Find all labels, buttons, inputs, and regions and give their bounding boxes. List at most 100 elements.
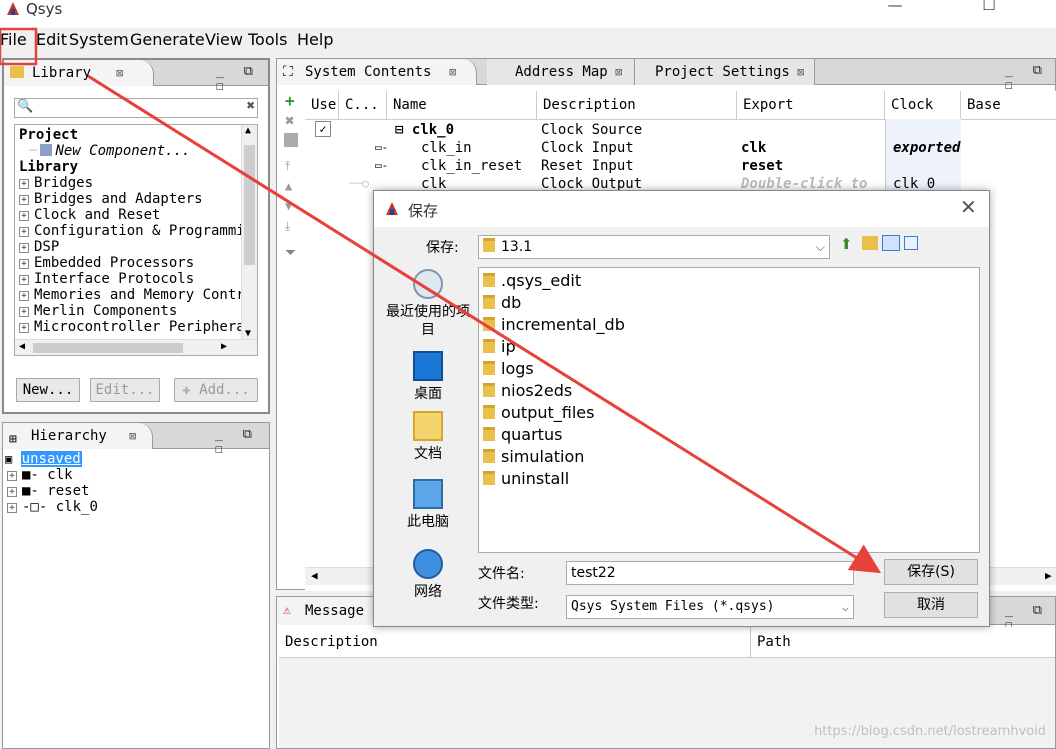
panel-controls-icon[interactable]: _ ⧉ ☐	[216, 64, 268, 94]
move-up-icon[interactable]: ▲	[285, 179, 292, 193]
library-item[interactable]: + Merlin Components	[19, 303, 177, 319]
scroll-up-icon[interactable]: ▲	[245, 125, 251, 136]
library-item[interactable]: + Bridges and Adapters	[19, 191, 203, 207]
use-checkbox[interactable]: ✓	[315, 121, 331, 137]
col-name[interactable]: Name	[387, 91, 537, 119]
scroll-down-icon[interactable]: ▼	[245, 328, 251, 339]
list-item[interactable]: nios2eds	[483, 380, 572, 402]
save-button[interactable]: 保存(S)	[884, 559, 978, 585]
close-icon[interactable]: ⊠	[129, 423, 136, 449]
library-item[interactable]: + Clock and Reset	[19, 207, 160, 223]
tab-hierarchy[interactable]: ⊞ Hierarchy ⊠	[3, 423, 153, 449]
hierarchy-item[interactable]: + ■- reset	[7, 483, 89, 499]
library-hscrollbar[interactable]: ◀ ▶	[15, 339, 257, 355]
col-base[interactable]: Base	[961, 91, 1056, 119]
col-message-description[interactable]: Description	[279, 627, 751, 657]
table-row[interactable]: ⊟ clk_0	[395, 121, 454, 139]
list-item[interactable]: uninstall	[483, 468, 569, 490]
tab-project-settings[interactable]: Project Settings ⊠	[635, 59, 815, 85]
col-clock[interactable]: Clock	[885, 91, 961, 119]
hierarchy-item[interactable]: + ■- clk	[7, 467, 73, 483]
cancel-button[interactable]: 取消	[884, 592, 978, 618]
view-menu-icon[interactable]	[882, 235, 900, 251]
hierarchy-item[interactable]: + -□- clk_0	[7, 499, 98, 515]
col-use[interactable]: Use	[305, 91, 339, 119]
place-recent[interactable]: 最近使用的项目	[380, 269, 476, 339]
col-connections[interactable]: C...	[339, 91, 387, 119]
hierarchy-root[interactable]: ▣ unsaved	[5, 451, 82, 467]
menu-generate[interactable]: Generate	[130, 30, 205, 49]
place-network[interactable]: 网络	[380, 549, 476, 601]
new-button[interactable]: New...	[16, 378, 80, 402]
place-desktop[interactable]: 桌面	[380, 351, 476, 403]
up-folder-icon[interactable]: ⬆	[840, 235, 853, 253]
maximize-button[interactable]: ☐	[966, 0, 1012, 18]
minimize-button[interactable]: —	[872, 0, 918, 18]
scroll-right-icon[interactable]: ▶	[221, 341, 227, 352]
new-component-item[interactable]: ┈ New Component...	[29, 143, 190, 159]
scroll-thumb[interactable]	[244, 145, 255, 265]
close-icon[interactable]: ⊠	[449, 59, 456, 85]
move-top-icon[interactable]: ⤒	[285, 159, 290, 174]
col-message-path[interactable]: Path	[751, 627, 1055, 657]
menu-view[interactable]: View	[205, 30, 243, 49]
hscroll-thumb[interactable]	[33, 343, 183, 353]
menu-help[interactable]: Help	[297, 30, 333, 49]
row-export[interactable]: reset	[741, 157, 783, 175]
close-icon[interactable]: ⊠	[797, 59, 804, 85]
menu-edit[interactable]: Edit	[36, 30, 67, 49]
row-name[interactable]: clk_in_reset	[421, 157, 522, 175]
list-item[interactable]: incremental_db	[483, 314, 625, 336]
filetype-select[interactable]: Qsys System Files (*.qsys) ⌵	[566, 595, 854, 619]
scroll-left-icon[interactable]: ◀	[311, 569, 318, 582]
remove-icon[interactable]: ✖	[285, 111, 295, 130]
dialog-close-icon[interactable]: ✕	[960, 195, 977, 219]
clear-search-icon[interactable]: ✖	[247, 98, 255, 114]
edit-icon[interactable]	[284, 133, 298, 147]
col-description[interactable]: Description	[537, 91, 737, 119]
library-item[interactable]: + Microcontroller Periphera	[19, 319, 245, 335]
library-item[interactable]: + DSP	[19, 239, 59, 255]
move-down-icon[interactable]: ▼	[285, 199, 292, 213]
library-item[interactable]: + Interface Protocols	[19, 271, 194, 287]
edit-button[interactable]: Edit...	[90, 378, 160, 402]
filter-icon[interactable]: ⏷	[285, 245, 296, 261]
library-item[interactable]: + Configuration & Programmi	[19, 223, 245, 239]
details-view-icon[interactable]	[904, 236, 918, 250]
save-in-combo[interactable]: 13.1 ⌵	[478, 235, 830, 259]
col-export[interactable]: Export	[737, 91, 885, 119]
new-folder-icon[interactable]	[862, 236, 878, 250]
list-item[interactable]: simulation	[483, 446, 584, 468]
scroll-right-icon[interactable]: ▶	[1045, 569, 1052, 582]
scroll-left-icon[interactable]: ◀	[19, 341, 25, 352]
row-name[interactable]: clk_in	[421, 139, 472, 157]
menu-file[interactable]: File	[0, 30, 27, 49]
library-item[interactable]: + Memories and Memory Contr	[19, 287, 245, 303]
tab-address-map[interactable]: Address Map ⊠	[487, 59, 635, 85]
list-item[interactable]: logs	[483, 358, 534, 380]
library-search-input[interactable]: 🔍 ✖	[14, 98, 258, 118]
panel-controls-icon[interactable]: _ ⧉ ☐	[215, 427, 269, 457]
menu-system[interactable]: System	[69, 30, 129, 49]
list-item[interactable]: output_files	[483, 402, 594, 424]
list-item[interactable]: db	[483, 292, 521, 314]
move-bottom-icon[interactable]: ⤓	[285, 219, 290, 234]
tab-library[interactable]: Library ⊠	[4, 60, 154, 86]
list-item[interactable]: ip	[483, 336, 516, 358]
place-this-pc[interactable]: 此电脑	[380, 479, 476, 531]
list-item[interactable]: .qsys_edit	[483, 270, 581, 292]
list-item[interactable]: quartus	[483, 424, 562, 446]
place-documents[interactable]: 文档	[380, 411, 476, 463]
row-clock[interactable]: exported	[893, 139, 960, 157]
library-item[interactable]: + Embedded Processors	[19, 255, 194, 271]
tab-system-contents[interactable]: ⛶ System Contents ⊠	[277, 59, 477, 85]
panel-controls-icon[interactable]: _ ⧉ ☐	[1005, 63, 1055, 93]
filename-input[interactable]: test22	[566, 561, 854, 585]
close-icon[interactable]: ⊠	[615, 59, 622, 85]
library-vscrollbar[interactable]: ▲ ▼	[241, 125, 257, 339]
add-button[interactable]: ✚ Add...	[174, 378, 258, 402]
close-icon[interactable]: ⊠	[116, 60, 123, 86]
add-icon[interactable]: +	[285, 91, 295, 110]
row-export[interactable]: clk	[741, 139, 766, 157]
menu-tools[interactable]: Tools	[248, 30, 287, 49]
